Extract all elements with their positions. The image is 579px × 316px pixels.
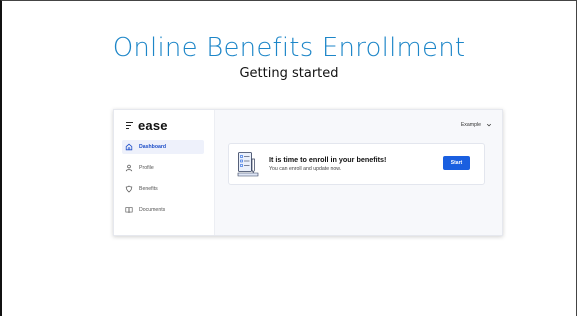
sidebar-item-documents[interactable]: Documents xyxy=(122,203,204,217)
slide-title: Online Benefits Enrollment xyxy=(112,33,466,63)
employer-select-value: Example xyxy=(460,122,481,128)
chevron-down-icon xyxy=(486,123,492,127)
sidebar: ease Dashboard Profile Benefits Document… xyxy=(114,110,215,235)
slide-subtitle: Getting started xyxy=(239,66,339,81)
start-button[interactable]: Start xyxy=(443,156,470,170)
menu-icon[interactable] xyxy=(126,120,133,131)
enroll-card-text: You can enroll and update now. xyxy=(269,166,342,172)
enroll-card-title: It is time to enroll in your benefits! xyxy=(269,155,387,164)
brand-logo: ease xyxy=(138,118,168,133)
shield-icon xyxy=(125,185,133,193)
sidebar-item-benefits[interactable]: Benefits xyxy=(122,182,204,196)
app-screenshot: ease Dashboard Profile Benefits Document… xyxy=(113,109,503,236)
person-icon xyxy=(125,164,133,172)
checklist-pencil-icon xyxy=(237,152,259,177)
sidebar-item-label: Documents xyxy=(139,207,166,213)
sidebar-item-label: Dashboard xyxy=(139,144,167,150)
sidebar-item-label: Profile xyxy=(139,165,154,171)
home-icon xyxy=(125,143,133,151)
sidebar-item-profile[interactable]: Profile xyxy=(122,161,204,175)
sidebar-item-dashboard[interactable]: Dashboard xyxy=(122,140,204,154)
employer-select[interactable]: Example xyxy=(461,122,492,128)
book-icon xyxy=(125,207,133,213)
brand[interactable]: ease xyxy=(126,118,168,133)
enroll-card: It is time to enroll in your benefits! Y… xyxy=(228,143,485,185)
presentation-slide: Online Benefits Enrollment Getting start… xyxy=(0,0,577,316)
sidebar-item-label: Benefits xyxy=(139,186,158,192)
main-content: Example It is time to enroll in your ben… xyxy=(215,110,502,235)
